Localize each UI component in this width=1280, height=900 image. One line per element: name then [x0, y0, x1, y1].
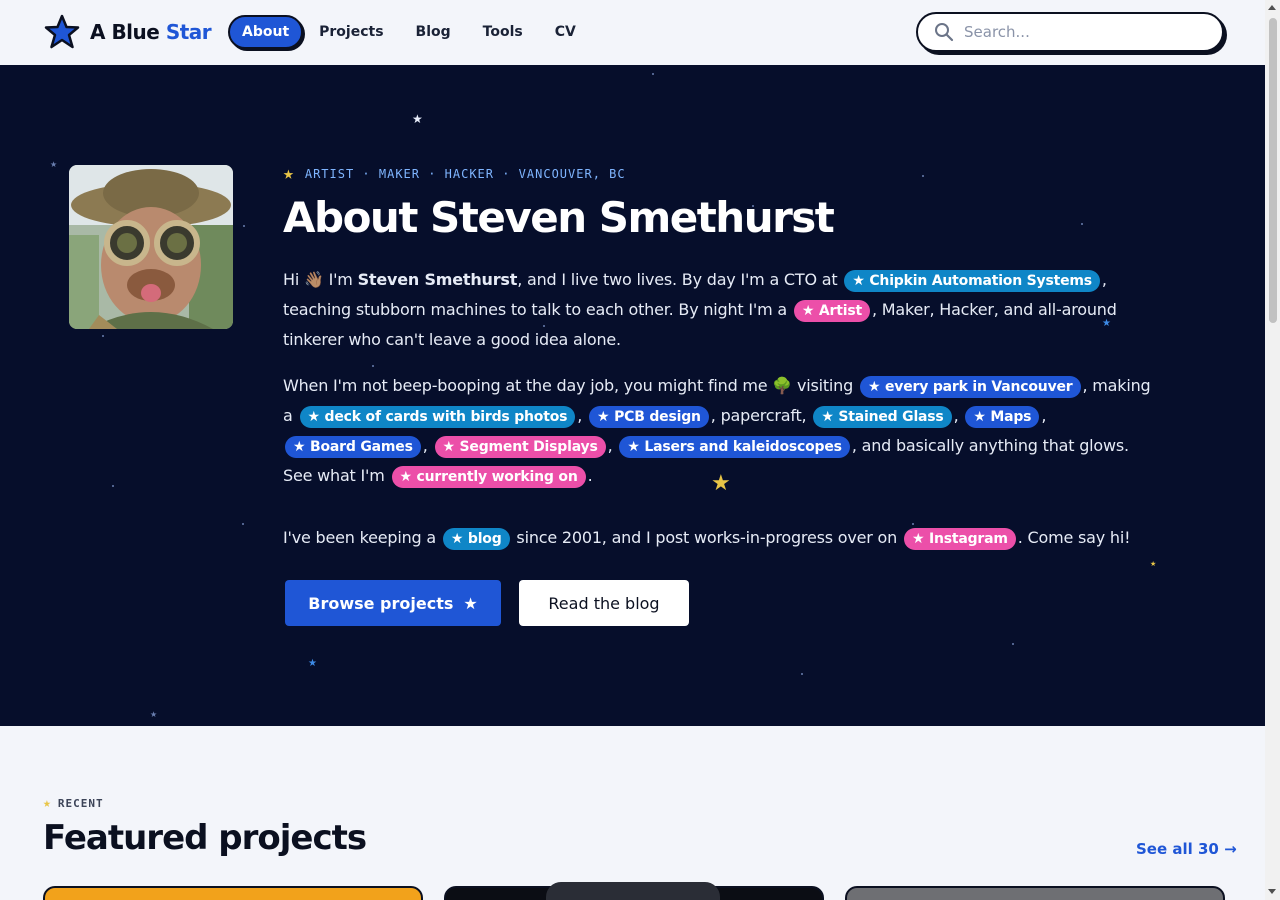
site-header: A Blue Star About Projects Blog Tools CV	[0, 0, 1265, 65]
link-artist[interactable]: ★ Artist	[793, 300, 870, 322]
nav-tools[interactable]: Tools	[467, 16, 539, 48]
link-board-games[interactable]: ★ Board Games	[285, 436, 421, 458]
decorative-dot	[112, 485, 114, 487]
decorative-dot	[801, 673, 803, 675]
decorative-dot	[242, 523, 244, 525]
link-segment-displays[interactable]: ★ Segment Displays	[434, 436, 606, 458]
featured-projects-heading: Featured projects	[43, 818, 367, 858]
browse-projects-button[interactable]: Browse projects ★	[285, 580, 501, 626]
link-stained-glass[interactable]: ★ Stained Glass	[813, 406, 952, 428]
scroll-up-arrow-icon[interactable]	[1268, 5, 1276, 10]
link-instagram[interactable]: ★ Instagram	[903, 528, 1016, 550]
intro-paragraph: Hi 👋🏽 I'm Steven Smethurst, and I live t…	[283, 270, 1117, 349]
link-chipkin[interactable]: ★ Chipkin Automation Systems	[844, 270, 1100, 292]
decorative-dot	[1081, 223, 1083, 225]
main-nav: About Projects Blog Tools CV	[228, 15, 592, 49]
page-title: About Steven Smethurst	[283, 193, 835, 242]
decorative-star-icon: ★	[412, 112, 423, 126]
scroll-thumb[interactable]	[1269, 18, 1277, 323]
project-card[interactable]	[845, 886, 1225, 900]
hero-section: ★ ★ ★ ★ ★ ★ ★ ★ ARTIST · MAKER · HACKER …	[0, 65, 1265, 726]
link-lasers[interactable]: ★ Lasers and kaleidoscopes	[619, 436, 850, 458]
search-input[interactable]	[964, 23, 1204, 41]
nav-about[interactable]: About	[228, 15, 304, 49]
floating-toolbar[interactable]	[546, 882, 720, 900]
decorative-star-icon: ★	[1150, 560, 1157, 568]
decorative-star-icon: ★	[50, 160, 58, 169]
profile-avatar	[69, 165, 233, 329]
person-name: Steven Smethurst	[357, 270, 518, 289]
link-pcb-design[interactable]: ★ PCB design	[589, 406, 709, 428]
decorative-dot	[243, 225, 245, 227]
section-eyebrow: ★ RECENT	[43, 796, 104, 811]
scroll-down-arrow-icon[interactable]	[1268, 889, 1276, 894]
link-parks[interactable]: ★ every park in Vancouver	[859, 376, 1081, 398]
yellow-star-icon: ★	[43, 796, 52, 811]
wave-emoji-icon: 👋🏽	[303, 270, 324, 289]
star-logo-icon	[44, 14, 80, 49]
brand-logo-link[interactable]: A Blue Star	[44, 14, 212, 50]
decorative-dot	[652, 73, 654, 75]
link-currently-working[interactable]: ★ currently working on	[391, 466, 586, 488]
decorative-dot	[102, 335, 104, 337]
yellow-star-icon: ★	[283, 163, 295, 184]
nav-blog[interactable]: Blog	[400, 16, 467, 48]
eyebrow-text: ARTIST · MAKER · HACKER · VANCOUVER, BC	[304, 166, 626, 181]
nav-projects[interactable]: Projects	[303, 16, 399, 48]
brand-name: A Blue Star	[90, 20, 212, 44]
decorative-dot	[922, 175, 924, 177]
tree-emoji-icon: 🌳	[772, 376, 793, 395]
search-box[interactable]	[916, 12, 1224, 52]
hobbies-paragraph: When I'm not beep-booping at the day job…	[283, 371, 1153, 491]
decorative-star-icon: ★	[150, 710, 158, 719]
profile-photo	[69, 165, 233, 329]
link-maps[interactable]: ★ Maps	[965, 406, 1040, 428]
star-icon: ★	[463, 593, 478, 613]
hero-eyebrow: ★ ARTIST · MAKER · HACKER · VANCOUVER, B…	[283, 163, 626, 184]
see-all-link[interactable]: See all 30 →	[1136, 840, 1237, 858]
project-card[interactable]	[43, 886, 423, 900]
page-scrollbar[interactable]	[1265, 0, 1280, 900]
read-blog-button[interactable]: Read the blog	[519, 580, 689, 626]
search-icon	[935, 23, 954, 42]
decorative-dot	[1012, 643, 1014, 645]
decorative-dot	[372, 365, 374, 367]
link-bird-cards[interactable]: ★ deck of cards with birds photos	[299, 406, 576, 428]
blog-paragraph: I've been keeping a ★ blog since 2001, a…	[283, 523, 1153, 553]
nav-cv[interactable]: CV	[539, 16, 592, 48]
link-blog[interactable]: ★ blog	[442, 528, 510, 550]
decorative-star-icon: ★	[308, 658, 317, 669]
